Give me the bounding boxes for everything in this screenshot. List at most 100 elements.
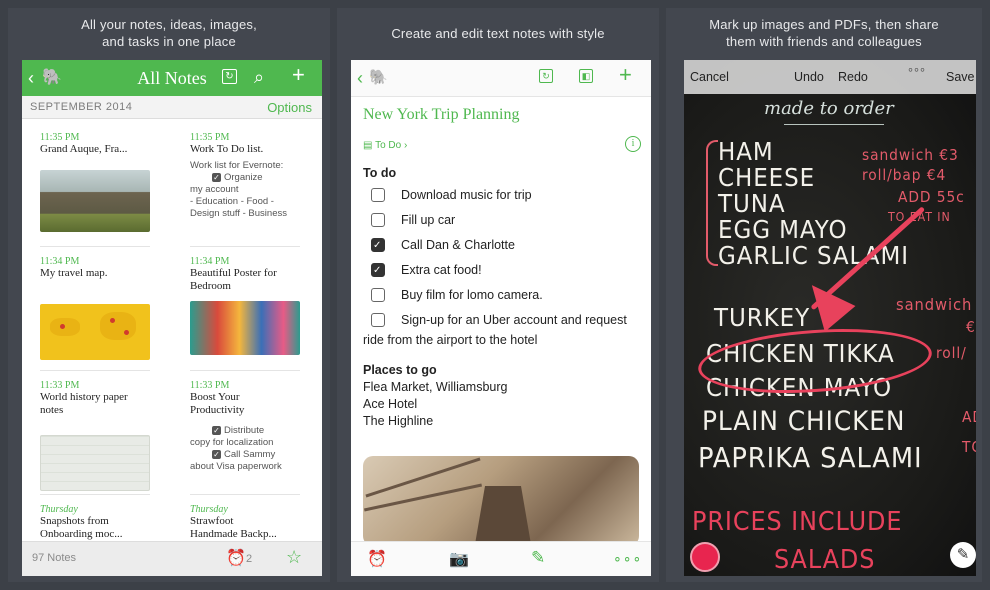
snippet-line-text: Call Sammy (224, 449, 276, 460)
undo-button[interactable]: Undo (794, 70, 824, 84)
markup-tool-icon[interactable]: ✎ (950, 542, 976, 568)
checkbox[interactable] (371, 213, 385, 227)
present-note-icon[interactable]: ◧ (579, 69, 593, 83)
note-body[interactable]: To do Download music for trip Fill up ca… (363, 166, 641, 430)
note-time: 11:35 PM (40, 132, 80, 143)
checklist-item-label: Fill up car (401, 213, 456, 227)
note-title: Beautiful Poster for (190, 267, 277, 279)
checklist-item[interactable]: Fill up car (363, 211, 641, 236)
todo-heading: To do (363, 166, 397, 180)
elephant-logo-icon[interactable]: 🐘 (369, 69, 388, 87)
star-shortcut-icon[interactable]: ☆ (286, 547, 302, 568)
notes-header-bar: ‹ 🐘 All Notes ↻ ⌕ + (22, 60, 322, 96)
price-line: sandwich (896, 295, 973, 314)
redo-button[interactable]: Redo (838, 70, 868, 84)
color-picker-button[interactable] (690, 542, 720, 572)
snippet-line: - Education - Food - (190, 196, 274, 207)
note-card[interactable]: 11:34 PM My travel map. (40, 256, 150, 360)
add-note-icon[interactable]: + (292, 64, 305, 86)
note-title-line-2: Productivity (190, 404, 245, 416)
note-snippet: ✓ Distribute copy for localization ✓ Call … (190, 425, 300, 473)
chalkboard-photo: made to order HAM CHEESE TUNA EGG MAYO G… (684, 60, 976, 576)
place-line: The Highline (363, 414, 434, 428)
note-time: 11:33 PM (190, 380, 230, 391)
checkbox[interactable] (371, 188, 385, 202)
price-line: € (966, 318, 976, 336)
search-icon[interactable]: ⌕ (254, 68, 264, 86)
checklist-item[interactable]: Sign-up for an Uber account and request (363, 311, 641, 331)
notebook-tag-label: To Do (375, 140, 402, 151)
snippet-line: Work list for Evernote: (190, 160, 284, 171)
checkbox-checked-icon: ✓ (212, 172, 221, 182)
note-card[interactable]: 11:33 PM Boost Your Productivity ✓ Distri… (190, 380, 300, 473)
note-card[interactable]: Thursday Strawfoot Handmade Backp... (190, 504, 300, 541)
note-card[interactable]: Thursday Snapshots from Onboarding moc..… (40, 504, 150, 541)
notebook-icon: ▤ (363, 140, 373, 151)
checkbox-checked[interactable] (371, 237, 385, 255)
menu-line: TUNA (718, 189, 786, 218)
snippet-line: my account (190, 184, 239, 195)
note-title: Strawfoot (190, 515, 234, 527)
menu-line: CHEESE (718, 163, 816, 192)
page-title: All Notes (137, 68, 207, 88)
more-options-icon[interactable]: °°° (908, 66, 926, 80)
caption-1: All your notes, ideas, images, and tasks… (8, 16, 330, 50)
note-card[interactable]: 11:35 PM Work To Do list. Work list for … (190, 132, 300, 220)
place-line: Ace Hotel (363, 397, 418, 411)
note-time: 11:35 PM (190, 132, 230, 143)
markup-circle[interactable] (696, 321, 934, 401)
price-line: TO (962, 438, 976, 456)
snippet-line-text: Distribute (224, 425, 265, 436)
menu-line: TURKEY (714, 303, 811, 332)
checklist-item[interactable]: Call Dan & Charlotte (363, 236, 641, 261)
red-brace (706, 140, 718, 266)
note-title-line-2: Onboarding moc... (40, 528, 123, 540)
note-reminder-icon[interactable]: ↻ (222, 69, 237, 84)
caption-3-line-1: Mark up images and PDFs, then share (709, 17, 939, 32)
alarm-clock-icon[interactable]: ⏰ (367, 549, 387, 569)
checklist-item[interactable]: Buy film for lomo camera. (363, 286, 641, 311)
price-line: ADD 55c (898, 188, 965, 206)
note-title-line-2: Handmade Backp... (190, 528, 277, 540)
back-chevron-icon[interactable]: ‹ (357, 69, 363, 87)
save-button[interactable]: Save (946, 70, 975, 84)
info-icon[interactable]: i (625, 136, 641, 152)
menu-line: HAM (718, 137, 774, 166)
snippet-line: ✓ Organize (190, 172, 300, 184)
alarm-clock-icon[interactable]: ⏰ (226, 548, 246, 568)
note-snippet: Work list for Evernote: ✓ Organize my acc… (190, 160, 300, 220)
camera-icon[interactable]: 📷 (449, 549, 469, 569)
snippet-line: Design stuff - Business (190, 208, 287, 219)
menu-line: PLAIN CHICKEN (702, 406, 906, 437)
divider (190, 246, 300, 247)
cancel-button[interactable]: Cancel (690, 70, 729, 84)
note-title[interactable]: New York Trip Planning (363, 106, 519, 124)
checklist-item-wrap: ride from the airport to the hotel (363, 333, 538, 347)
checkbox[interactable] (371, 288, 385, 302)
notebook-tag[interactable]: ▤ To Do › (363, 140, 407, 151)
note-reminder-icon[interactable]: ↻ (539, 69, 553, 83)
board-header: made to order (764, 98, 894, 119)
note-time: 11:33 PM (40, 380, 80, 391)
month-label: SEPTEMBER 2014 (30, 101, 133, 113)
bridge-photo (363, 456, 639, 546)
note-card[interactable]: 11:33 PM World history paper notes (40, 380, 150, 491)
phone-screen-2: ‹ 🐘 ↻ ◧ + New York Trip Planning ▤ To Do… (351, 60, 651, 576)
note-title: Grand Auque, Fra... (40, 143, 128, 155)
note-time: 11:34 PM (40, 256, 80, 267)
checkbox-checked[interactable] (371, 262, 385, 280)
checklist-item[interactable]: Download music for trip (363, 186, 641, 211)
note-time: 11:34 PM (190, 256, 230, 267)
pen-markup-icon[interactable]: ✎ (531, 548, 545, 568)
add-note-icon[interactable]: + (619, 64, 632, 86)
farmhouse-thumbnail (40, 170, 150, 232)
more-options-icon[interactable]: ∘∘∘ (613, 550, 642, 567)
note-card[interactable]: 11:35 PM Grand Auque, Fra... (40, 132, 150, 232)
checkbox[interactable] (371, 313, 385, 327)
divider (190, 494, 300, 495)
poster-thumbnail (190, 301, 300, 355)
travel-map-thumbnail (40, 304, 150, 360)
checklist-item[interactable]: Extra cat food! (363, 261, 641, 286)
note-card[interactable]: 11:34 PM Beautiful Poster for Bedroom (190, 256, 300, 355)
options-button[interactable]: Options (267, 100, 312, 115)
